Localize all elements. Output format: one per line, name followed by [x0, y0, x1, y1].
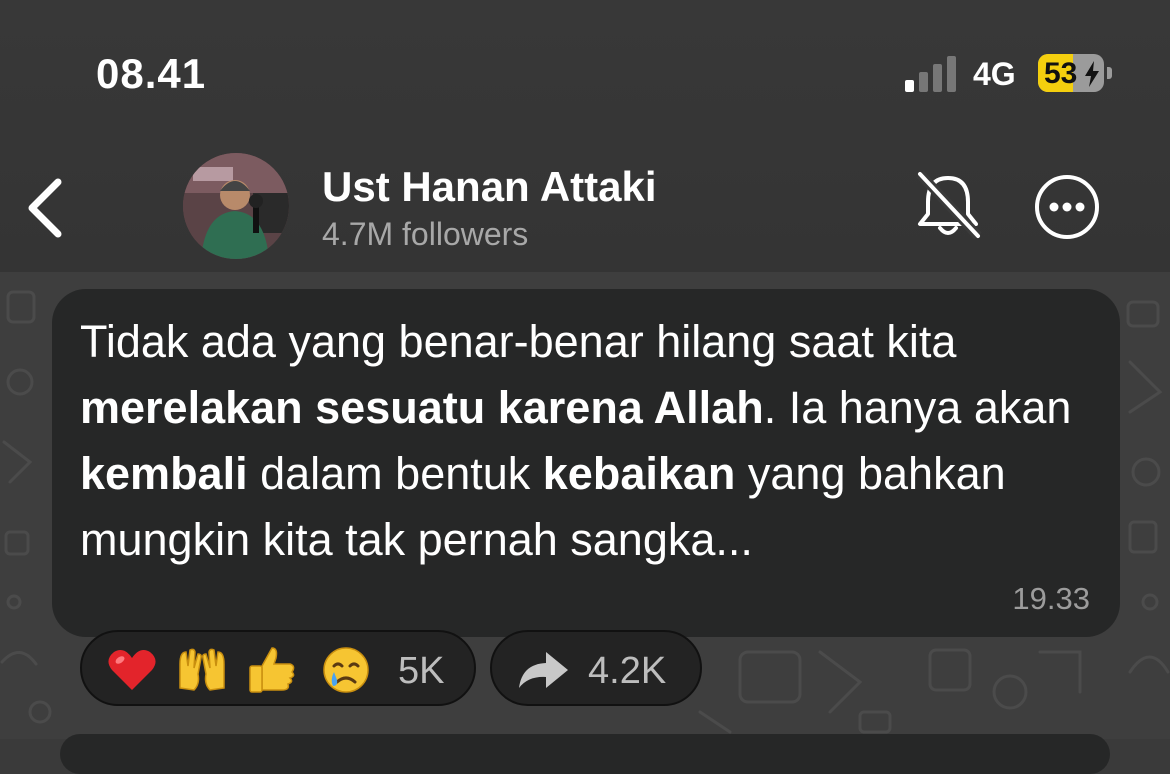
- more-options-button[interactable]: [1032, 172, 1102, 242]
- thumbs-up-icon[interactable]: [246, 644, 298, 696]
- signal-icon: [905, 56, 961, 92]
- message-segment: . Ia hanya akan: [763, 382, 1072, 433]
- share-arrow-icon: [519, 652, 568, 688]
- followers-count: 4.7M followers: [322, 216, 529, 252]
- channel-avatar[interactable]: [183, 153, 289, 259]
- message-bold-segment: kembali: [80, 448, 248, 499]
- mute-button[interactable]: [912, 170, 984, 240]
- reactions-bar[interactable]: 5K: [80, 630, 476, 706]
- channel-name[interactable]: Ust Hanan Attaki: [322, 163, 657, 211]
- network-type: 4G: [973, 56, 1016, 92]
- message-bubble[interactable]: Tidak ada yang benar-benar hilang saat k…: [52, 289, 1120, 637]
- share-count: 4.2K: [588, 650, 667, 692]
- chevron-left-icon: [28, 178, 62, 238]
- back-button[interactable]: [24, 176, 68, 240]
- message-time: 19.33: [1012, 581, 1090, 616]
- chat-area[interactable]: Tidak ada yang benar-benar hilang saat k…: [0, 272, 1170, 774]
- red-heart-icon[interactable]: [106, 644, 158, 696]
- status-time: 08.41: [96, 50, 207, 97]
- battery-level: 53: [1044, 57, 1078, 90]
- raising-hands-icon[interactable]: [176, 644, 228, 696]
- charging-bolt-icon: [1085, 61, 1099, 87]
- battery-icon: 53: [1038, 54, 1104, 92]
- avatar-photo: [183, 153, 289, 259]
- reactions-count: 5K: [398, 650, 445, 692]
- message-segment: Tidak ada yang benar-benar hilang saat k…: [80, 316, 957, 367]
- next-message-bubble[interactable]: [60, 734, 1110, 774]
- message-bold-segment: merelakan sesuatu karena Allah: [80, 382, 764, 433]
- share-button[interactable]: 4.2K: [490, 630, 702, 706]
- ellipsis-circle-icon: [1035, 175, 1099, 239]
- battery-tip: [1107, 67, 1112, 79]
- bell-off-icon: [916, 170, 982, 240]
- message-bold-segment: kebaikan: [542, 448, 736, 499]
- top-bar: 08.41 4G 53 Ust Hanan Attaki 4.7M follow…: [0, 0, 1170, 272]
- message-text: Tidak ada yang benar-benar hilang saat k…: [80, 309, 1090, 573]
- message-segment: dalam bentuk: [247, 448, 543, 499]
- crying-face-icon[interactable]: [320, 644, 372, 696]
